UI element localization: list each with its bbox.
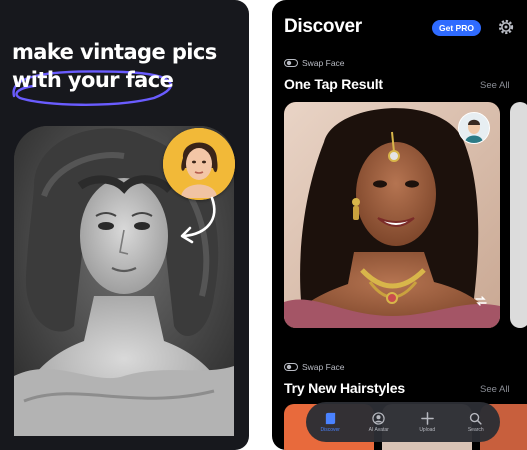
- face-swap-arrow-icon: [180, 196, 216, 244]
- section-kicker-label: Swap Face: [302, 362, 345, 372]
- bottom-tab-bar: Discover AI Avatar Upload Search: [306, 402, 500, 442]
- get-pro-button[interactable]: Get PRO: [432, 20, 481, 36]
- promo-headline-line-1: make vintage pics: [12, 40, 217, 64]
- tab-label: Upload: [419, 426, 436, 433]
- promo-headline-line-2: with your face: [12, 68, 174, 92]
- search-icon: [470, 412, 482, 425]
- section-kicker-label: Swap Face: [302, 58, 345, 68]
- tab-ai-avatar[interactable]: AI Avatar: [359, 402, 399, 442]
- swap-face-icon: [284, 363, 298, 371]
- swap-face-icon: [475, 296, 487, 306]
- discover-screen: Discover Get PRO Swap Face One Tap Resul…: [272, 0, 527, 450]
- app-store-screenshot: make vintage pics with your face Discove…: [0, 0, 527, 450]
- see-all-hairstyles-link[interactable]: See All: [480, 384, 510, 395]
- avatar-icon: [372, 411, 385, 425]
- next-result-card-peek[interactable]: [510, 102, 527, 328]
- tab-discover[interactable]: Discover: [310, 402, 350, 442]
- tab-upload[interactable]: Upload: [407, 402, 447, 442]
- tab-label: Discover: [320, 426, 340, 433]
- source-face-avatar: [458, 112, 490, 144]
- tab-label: AI Avatar: [368, 426, 389, 433]
- discover-icon: [325, 412, 335, 424]
- tab-search[interactable]: Search: [456, 402, 496, 442]
- section-kicker-hairstyles: Swap Face: [284, 362, 345, 372]
- plus-icon: [420, 411, 434, 425]
- section-title-one-tap-result: One Tap Result: [284, 76, 383, 92]
- swap-face-icon: [284, 59, 298, 67]
- see-all-one-tap-link[interactable]: See All: [480, 80, 510, 91]
- gear-icon[interactable]: [497, 18, 515, 36]
- section-title-try-new-hairstyles: Try New Hairstyles: [284, 380, 405, 396]
- promo-panel: make vintage pics with your face: [0, 0, 249, 450]
- page-title: Discover: [284, 16, 362, 37]
- tab-label: Search: [467, 426, 484, 433]
- section-kicker-one-tap: Swap Face: [284, 58, 345, 68]
